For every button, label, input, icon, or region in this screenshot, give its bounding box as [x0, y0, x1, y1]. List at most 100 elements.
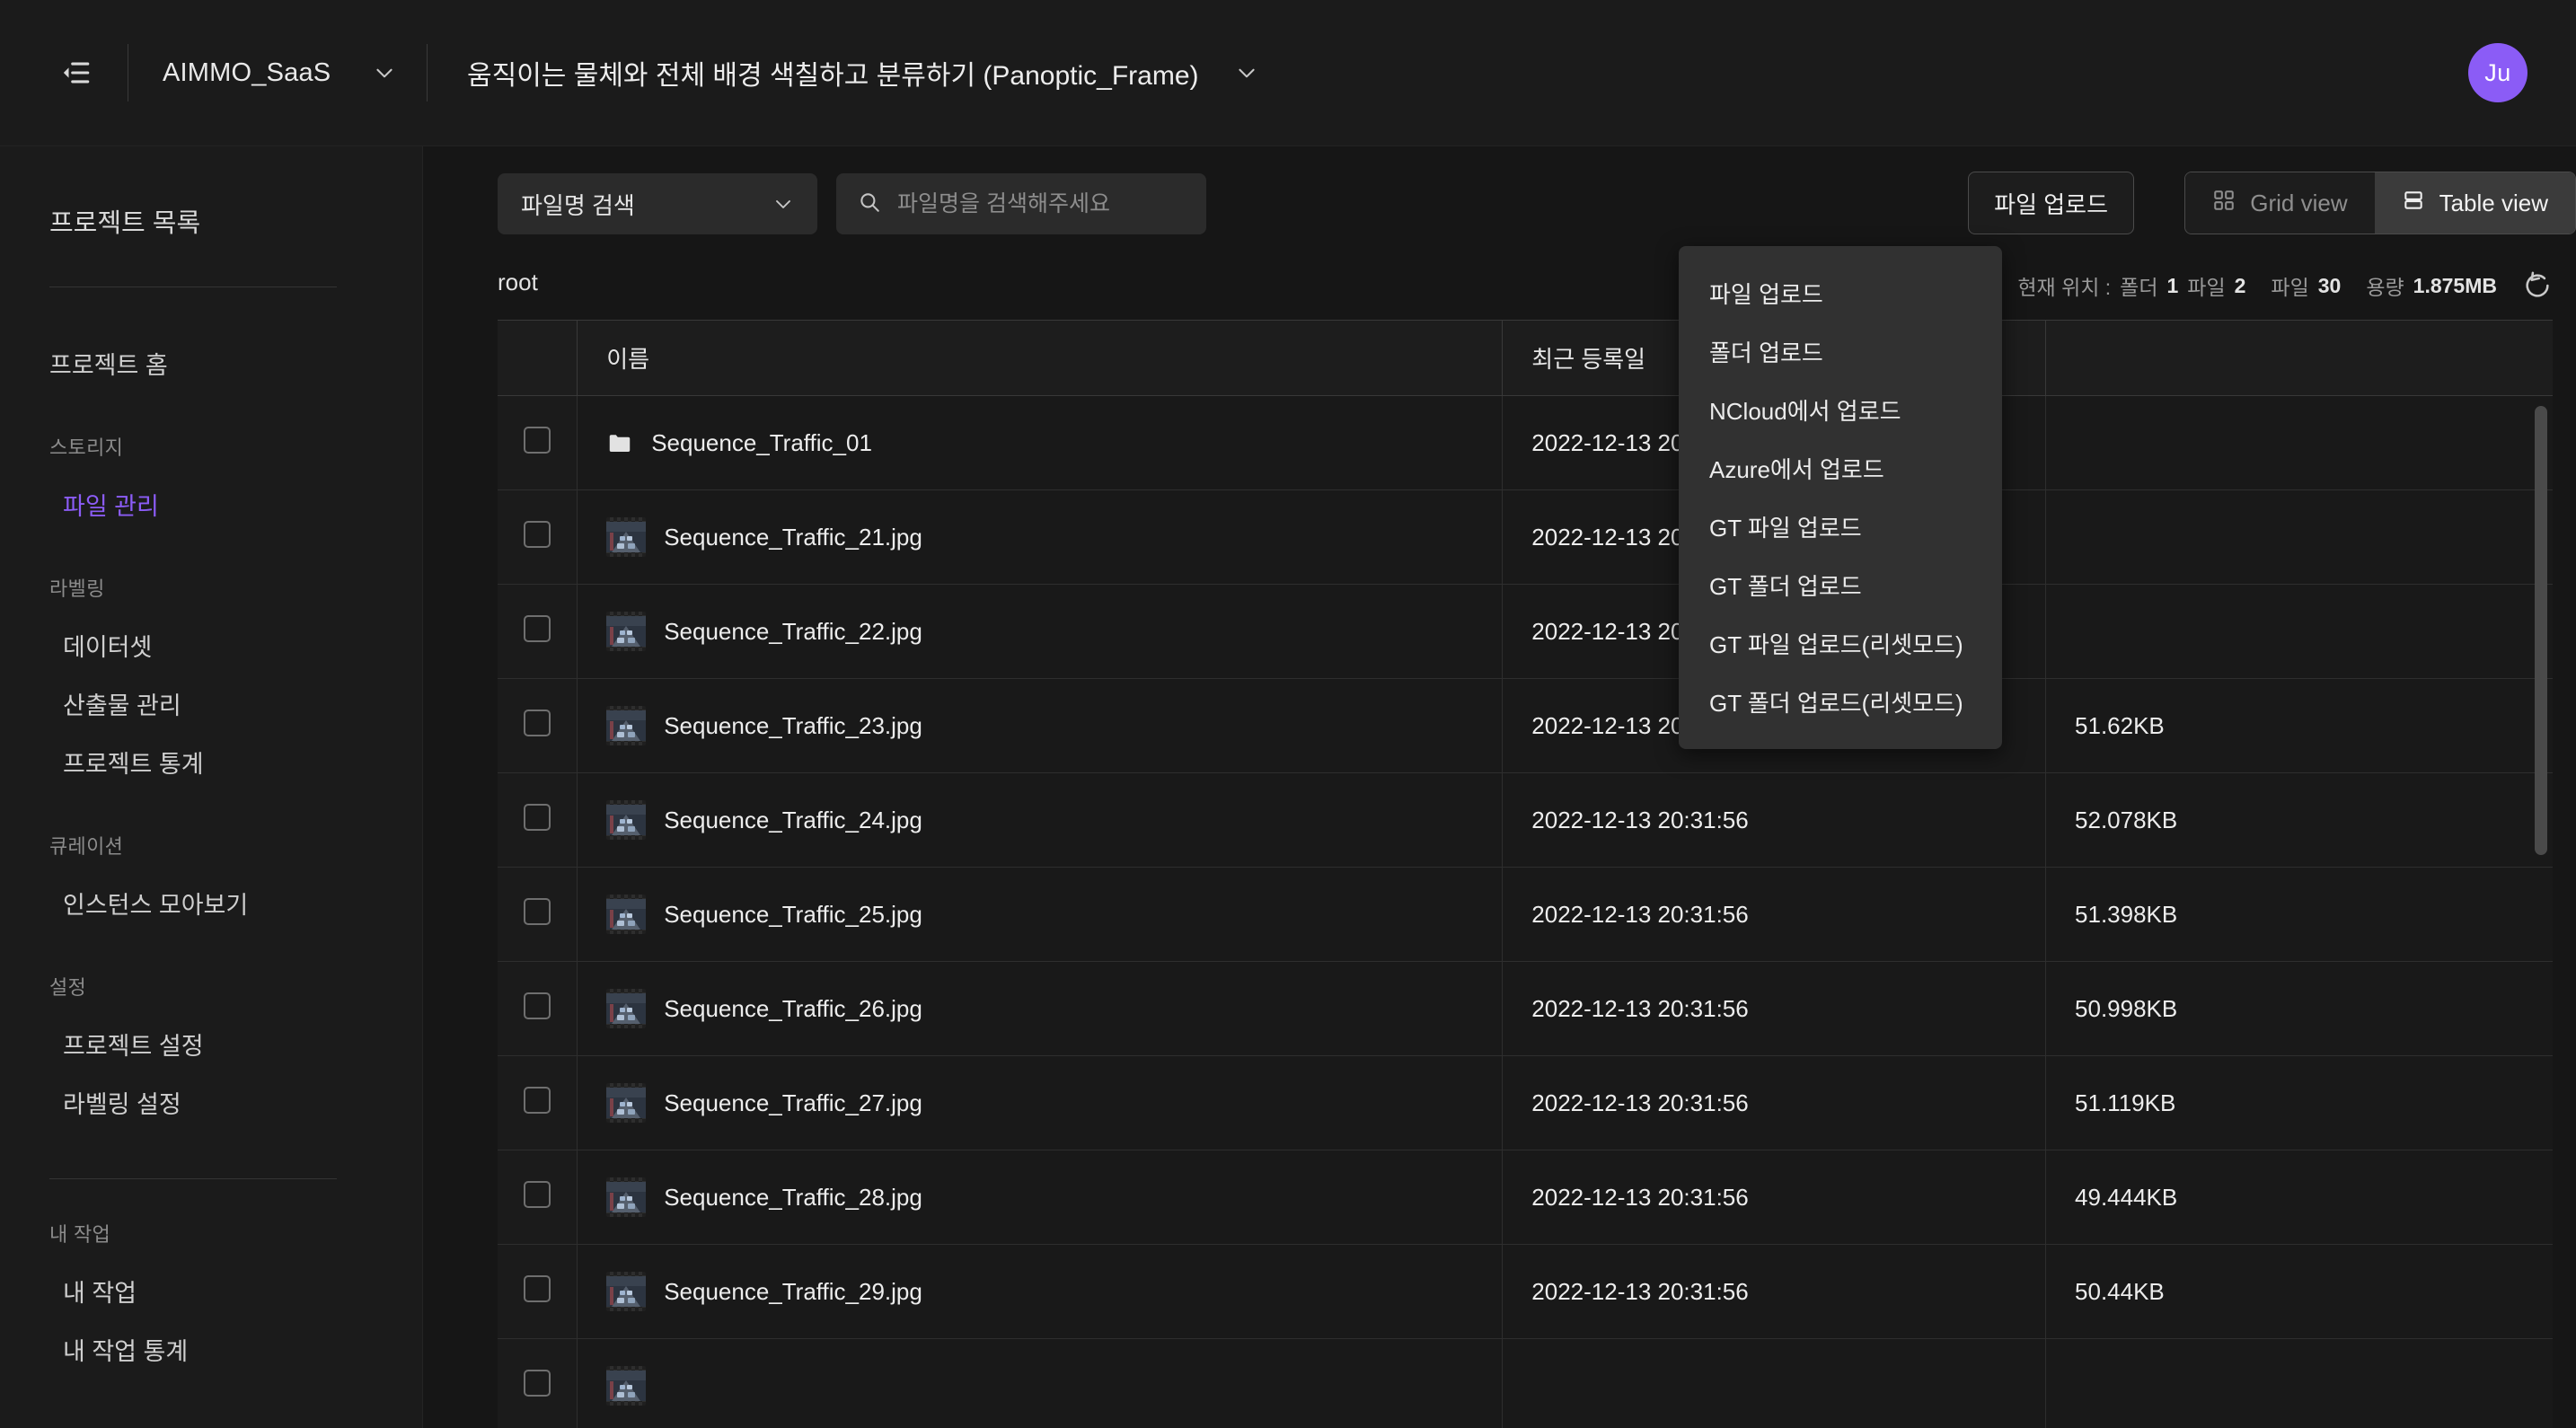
table-row[interactable]: Sequence_Traffic_22.jpg 2022-12-13 20:31:…	[498, 584, 2553, 679]
row-checkbox[interactable]	[524, 1274, 551, 1302]
table-view-button[interactable]: Table view	[2374, 172, 2575, 234]
current-location-label: 현재 위치 :	[2017, 276, 2112, 299]
sidebar-item-my-work[interactable]: 내 작업	[0, 1262, 422, 1320]
row-name-cell[interactable]: Sequence_Traffic_25.jpg	[577, 867, 1504, 962]
project-selector[interactable]: AIMMO_SaaS	[163, 58, 396, 88]
sidebar-item-labeling-settings[interactable]: 라벨링 설정	[0, 1073, 422, 1132]
row-name-cell[interactable]: Sequence_Traffic_22.jpg	[577, 584, 1504, 679]
task-selector[interactable]: 움직이는 물체와 전체 배경 색칠하고 분류하기 (Panoptic_Frame…	[467, 53, 1258, 93]
row-size-cell	[2045, 1338, 2553, 1428]
image-thumbnail-icon	[606, 1366, 647, 1406]
total-file-group: 파일 30	[2271, 270, 2341, 301]
row-checkbox[interactable]	[524, 520, 551, 548]
table-row[interactable]: Sequence_Traffic_26.jpg 2022-12-13 20:31:…	[498, 961, 2553, 1056]
row-checkbox[interactable]	[524, 1369, 551, 1397]
table-scrollbar-thumb[interactable]	[2535, 406, 2547, 855]
task-name: 움직이는 물체와 전체 배경 색칠하고 분류하기 (Panoptic_Frame…	[467, 61, 1199, 91]
image-thumbnail-icon	[606, 1272, 647, 1311]
row-select-cell	[498, 584, 578, 679]
row-name-cell[interactable]: Sequence_Traffic_26.jpg	[577, 961, 1504, 1056]
row-checkbox[interactable]	[524, 1180, 551, 1208]
row-size-cell	[2045, 395, 2553, 490]
sidebar-item-instance-gallery[interactable]: 인스턴스 모아보기	[0, 874, 422, 932]
table-row[interactable]: Sequence_Traffic_29.jpg 2022-12-13 20:31:…	[498, 1244, 2553, 1339]
current-folder-label: 폴더	[2120, 276, 2158, 299]
row-name-cell[interactable]: Sequence_Traffic_23.jpg	[577, 678, 1504, 773]
row-checkbox[interactable]	[524, 1086, 551, 1114]
collapse-sidebar-icon[interactable]	[56, 52, 97, 93]
row-date-cell: 2022-12-13 20:31:56	[1502, 1150, 2047, 1245]
table-row[interactable]: Sequence_Traffic_27.jpg 2022-12-13 20:31:…	[498, 1055, 2553, 1150]
row-name-label: Sequence_Traffic_24.jpg	[664, 806, 922, 833]
row-name-label: Sequence_Traffic_25.jpg	[664, 900, 922, 928]
sidebar-item-project-home[interactable]: 프로젝트 홈	[0, 334, 422, 392]
upload-button[interactable]: 파일 업로드	[1968, 172, 2134, 234]
thumbnail-glyph	[606, 616, 647, 647]
breadcrumb[interactable]: root	[498, 269, 538, 296]
avatar[interactable]: Ju	[2468, 43, 2527, 102]
sidebar-group-labeling: 라벨링 데이터셋 산출물 관리 프로젝트 통계	[0, 573, 422, 791]
upload-menu-item-gt-folder[interactable]: GT 폴더 업로드	[1679, 556, 2002, 614]
sidebar-item-file-management[interactable]: 파일 관리	[0, 475, 422, 533]
row-name-cell[interactable]: Sequence_Traffic_21.jpg	[577, 489, 1504, 585]
table-row[interactable]: Sequence_Traffic_23.jpg 2022-12-13 20:31:…	[498, 678, 2553, 773]
main-content: 파일명 검색 파일 업로드 Grid view	[423, 146, 2576, 1428]
upload-menu-item-folder[interactable]: 폴더 업로드	[1679, 322, 2002, 381]
upload-menu-item-file[interactable]: 파일 업로드	[1679, 264, 2002, 322]
sidebar-item-my-work-statistics[interactable]: 내 작업 통계	[0, 1320, 422, 1379]
total-size-label: 용량	[2366, 276, 2404, 299]
sidebar-group-settings: 설정 프로젝트 설정 라벨링 설정	[0, 972, 422, 1132]
sidebar-item-dataset[interactable]: 데이터셋	[0, 616, 422, 674]
row-size-cell: 52.078KB	[2045, 772, 2553, 868]
table-row[interactable]: Sequence_Traffic_01 2022-12-13 20:31:38	[498, 395, 2553, 490]
sidebar-item-artifact-management[interactable]: 산출물 관리	[0, 674, 422, 733]
thumbnail-glyph	[606, 1182, 647, 1212]
search-field-selector-label: 파일명 검색	[521, 191, 635, 219]
image-thumbnail-icon	[606, 612, 647, 651]
upload-menu-item-ncloud[interactable]: NCloud에서 업로드	[1679, 381, 2002, 439]
grid-view-button[interactable]: Grid view	[2185, 172, 2375, 234]
chevron-down-icon	[1199, 61, 1258, 84]
upload-menu-item-gt-file[interactable]: GT 파일 업로드	[1679, 498, 2002, 556]
file-table-header-row: 이름 최근 등록일	[498, 320, 2553, 396]
refresh-icon[interactable]	[2522, 270, 2553, 301]
row-name-cell[interactable]: Sequence_Traffic_29.jpg	[577, 1244, 1504, 1339]
status-row: root 현재 위치 : 폴더 1 파일 2 파일 30 용량 1.875MB	[423, 252, 2576, 317]
row-checkbox[interactable]	[524, 614, 551, 642]
row-checkbox[interactable]	[524, 897, 551, 925]
row-checkbox[interactable]	[524, 803, 551, 831]
row-checkbox[interactable]	[524, 992, 551, 1019]
sidebar-item-project-settings[interactable]: 프로젝트 설정	[0, 1015, 422, 1073]
row-select-cell	[498, 961, 578, 1056]
thumbnail-glyph	[606, 1371, 647, 1401]
table-row[interactable]: Sequence_Traffic_24.jpg 2022-12-13 20:31:…	[498, 772, 2553, 868]
sidebar-item-project-statistics[interactable]: 프로젝트 통계	[0, 733, 422, 791]
row-name-cell[interactable]: Sequence_Traffic_01	[577, 395, 1504, 490]
sidebar-item-project-list[interactable]: 프로젝트 목록	[0, 202, 422, 240]
search-box[interactable]	[836, 173, 1206, 234]
sidebar-caption-storage: 스토리지	[49, 436, 124, 459]
table-row[interactable]: Sequence_Traffic_28.jpg 2022-12-13 20:31:…	[498, 1150, 2553, 1245]
row-name-cell[interactable]: Sequence_Traffic_28.jpg	[577, 1150, 1504, 1245]
table-row[interactable]: Sequence_Traffic_21.jpg 2022-12-13 20:31:…	[498, 489, 2553, 585]
chevron-down-icon	[772, 193, 794, 215]
upload-dropdown-menu: 파일 업로드 폴더 업로드 NCloud에서 업로드 Azure에서 업로드 G…	[1679, 246, 2002, 749]
sidebar-group-curation: 큐레이션 인스턴스 모아보기	[0, 831, 422, 932]
upload-menu-item-gt-file-reset[interactable]: GT 파일 업로드(리셋모드)	[1679, 614, 2002, 673]
table-row[interactable]	[498, 1338, 2553, 1428]
upload-menu-item-gt-folder-reset[interactable]: GT 폴더 업로드(리셋모드)	[1679, 673, 2002, 731]
thumbnail-glyph	[606, 1276, 647, 1307]
row-checkbox[interactable]	[524, 426, 551, 454]
row-name-cell[interactable]: Sequence_Traffic_24.jpg	[577, 772, 1504, 868]
image-thumbnail-icon	[606, 706, 647, 745]
row-checkbox[interactable]	[524, 709, 551, 736]
search-input[interactable]	[897, 190, 1185, 217]
thumbnail-glyph	[606, 710, 647, 741]
row-name-cell[interactable]: Sequence_Traffic_27.jpg	[577, 1055, 1504, 1150]
search-field-selector[interactable]: 파일명 검색	[498, 173, 817, 234]
column-header-name[interactable]: 이름	[577, 320, 1504, 396]
row-name-cell[interactable]	[577, 1338, 1504, 1428]
chevron-down-icon	[337, 61, 396, 84]
upload-menu-item-azure[interactable]: Azure에서 업로드	[1679, 439, 2002, 498]
table-row[interactable]: Sequence_Traffic_25.jpg 2022-12-13 20:31:…	[498, 867, 2553, 962]
